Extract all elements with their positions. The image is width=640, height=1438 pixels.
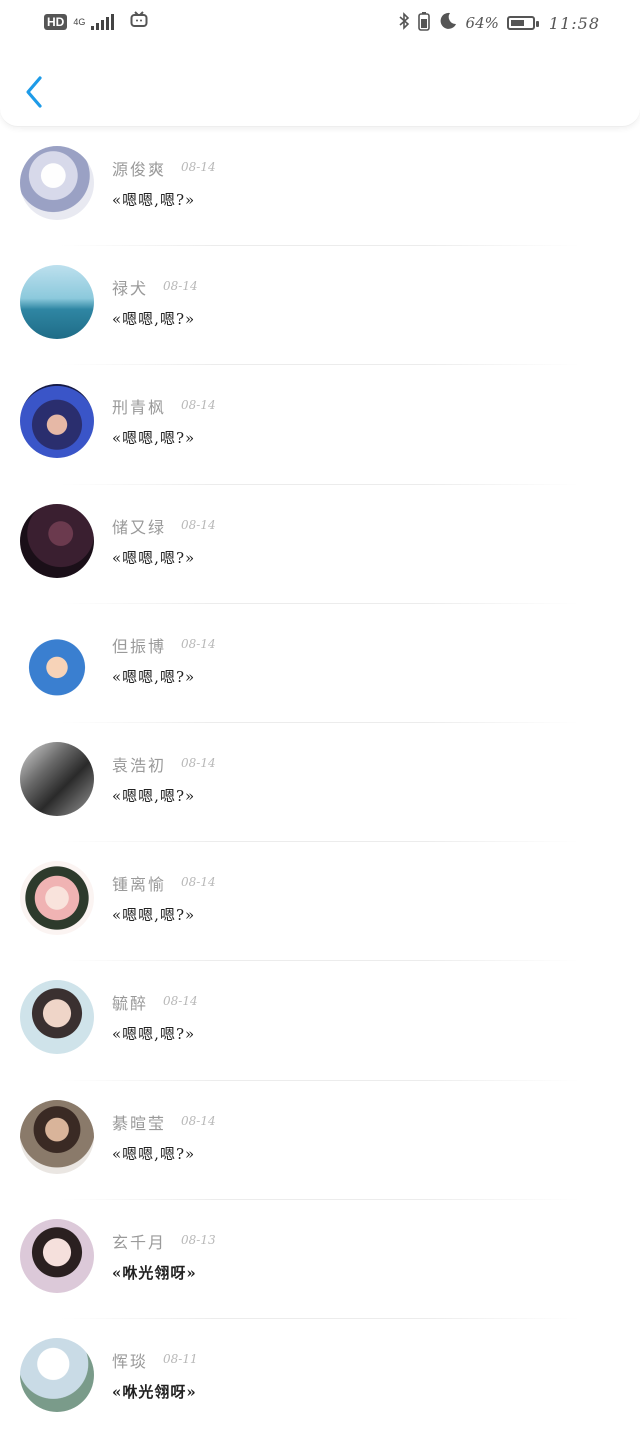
avatar[interactable] bbox=[20, 1099, 94, 1174]
top-bar: HD 4G 64% 11:58 bbox=[0, 0, 640, 127]
hd-badge: HD bbox=[44, 14, 68, 30]
list-item[interactable]: 綦暄莹 08-14 «嗯嗯,嗯?» bbox=[0, 1081, 640, 1200]
message-preview: «嗯嗯,嗯?» bbox=[112, 429, 196, 448]
list-item[interactable]: 恽琰 08-11 «咻光翎呀» bbox=[0, 1319, 640, 1438]
list-item[interactable]: 储又绿 08-14 «嗯嗯,嗯?» bbox=[0, 485, 640, 604]
list-item[interactable]: 禄犬 08-14 «嗯嗯,嗯?» bbox=[0, 246, 640, 366]
chevron-left-icon bbox=[26, 76, 42, 108]
list-item[interactable]: 但振博 08-14 «嗯嗯,嗯?» bbox=[0, 604, 640, 723]
avatar[interactable] bbox=[20, 741, 94, 816]
message-date: 08-14 bbox=[181, 1113, 216, 1128]
bluetooth-icon bbox=[398, 12, 410, 34]
list-item[interactable]: 玄千月 08-13 «咻光翎呀» bbox=[0, 1200, 640, 1319]
contact-name: 恽琰 bbox=[112, 1351, 149, 1371]
message-date: 08-11 bbox=[163, 1351, 198, 1366]
contact-name: 毓醉 bbox=[112, 994, 149, 1014]
contact-name: 锺离愉 bbox=[112, 875, 167, 895]
message-date: 08-14 bbox=[163, 994, 198, 1009]
list-item[interactable]: 锺离愉 08-14 «嗯嗯,嗯?» bbox=[0, 842, 640, 962]
message-date: 08-14 bbox=[163, 279, 198, 294]
back-button[interactable] bbox=[22, 74, 52, 110]
avatar[interactable] bbox=[20, 146, 94, 220]
contact-name: 刑青枫 bbox=[112, 398, 167, 418]
message-list: 源俊爽 08-14 «嗯嗯,嗯?» 禄犬 08-14 «嗯嗯,嗯?» 刑青枫 0… bbox=[0, 127, 640, 1438]
message-preview: «嗯嗯,嗯?» bbox=[112, 1025, 196, 1044]
list-item[interactable]: 源俊爽 08-14 «嗯嗯,嗯?» bbox=[0, 127, 640, 247]
message-date: 08-14 bbox=[181, 636, 216, 651]
avatar[interactable] bbox=[20, 1337, 94, 1412]
status-bar: HD 4G 64% 11:58 bbox=[0, 0, 640, 44]
message-date: 08-14 bbox=[181, 160, 216, 174]
contact-name: 但振博 bbox=[112, 636, 167, 656]
avatar[interactable] bbox=[20, 1218, 94, 1293]
message-date: 08-14 bbox=[181, 398, 216, 413]
message-preview: «嗯嗯,嗯?» bbox=[112, 906, 196, 925]
phone-battery-icon bbox=[417, 11, 430, 35]
list-item[interactable]: 袁浩初 08-14 «嗯嗯,嗯?» bbox=[0, 723, 640, 843]
message-preview: «嗯嗯,嗯?» bbox=[112, 1144, 196, 1163]
contact-name: 源俊爽 bbox=[112, 160, 167, 179]
message-preview: «嗯嗯,嗯?» bbox=[112, 191, 196, 209]
avatar[interactable] bbox=[20, 384, 94, 459]
message-preview: «嗯嗯,嗯?» bbox=[112, 548, 196, 567]
avatar[interactable] bbox=[20, 265, 94, 340]
moon-icon bbox=[438, 11, 458, 35]
battery-percent: 64% bbox=[465, 14, 499, 32]
avatar[interactable] bbox=[20, 503, 94, 578]
message-date: 08-13 bbox=[181, 1232, 216, 1247]
list-item[interactable]: 刑青枫 08-14 «嗯嗯,嗯?» bbox=[0, 365, 640, 485]
message-preview: «嗯嗯,嗯?» bbox=[112, 667, 196, 686]
message-date: 08-14 bbox=[181, 755, 216, 770]
message-preview: «咻光翎呀» bbox=[112, 1382, 197, 1401]
message-preview: «咻光翎呀» bbox=[112, 1263, 197, 1282]
avatar[interactable] bbox=[20, 622, 94, 697]
tv-icon bbox=[130, 11, 148, 33]
contact-name: 玄千月 bbox=[112, 1232, 167, 1252]
message-date: 08-14 bbox=[181, 875, 216, 890]
clock: 11:58 bbox=[548, 13, 600, 33]
contact-name: 袁浩初 bbox=[112, 755, 167, 775]
avatar[interactable] bbox=[20, 861, 94, 936]
message-preview: «嗯嗯,嗯?» bbox=[112, 786, 196, 805]
list-item[interactable]: 毓醉 08-14 «嗯嗯,嗯?» bbox=[0, 961, 640, 1081]
signal-icon bbox=[91, 14, 115, 30]
network-type: 4G bbox=[73, 16, 86, 27]
contact-name: 储又绿 bbox=[112, 517, 167, 537]
message-date: 08-14 bbox=[181, 517, 216, 532]
message-preview: «嗯嗯,嗯?» bbox=[112, 310, 196, 329]
avatar[interactable] bbox=[20, 980, 94, 1055]
contact-name: 禄犬 bbox=[112, 279, 149, 299]
battery-icon bbox=[506, 16, 539, 30]
contact-name: 綦暄莹 bbox=[112, 1113, 167, 1133]
